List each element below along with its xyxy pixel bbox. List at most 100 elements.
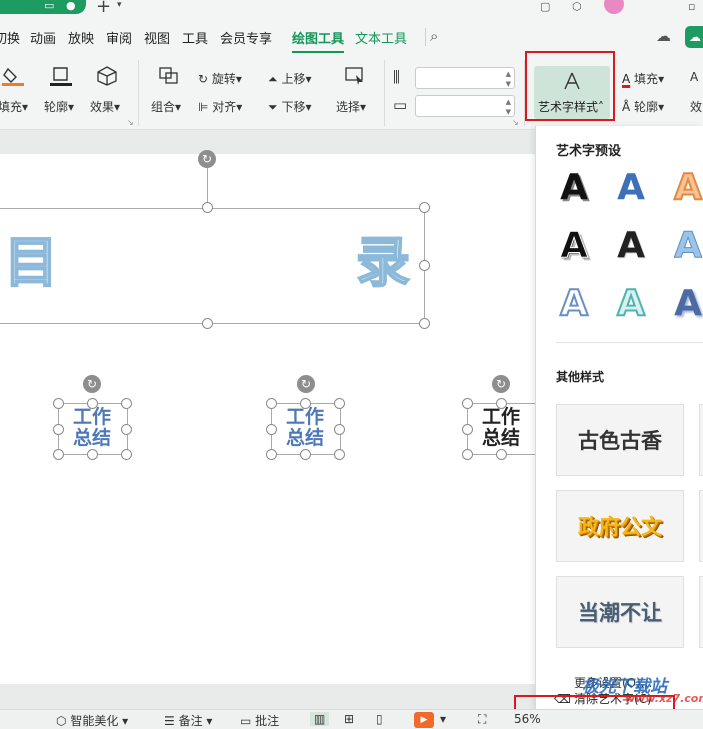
notes-button[interactable]: ☰ 备注 ▾ [164,712,212,729]
style-card-partial[interactable] [699,404,703,476]
rotate-handle-icon[interactable]: ↻ [83,375,101,393]
resize-handle[interactable] [87,398,98,409]
resize-handle[interactable] [202,318,213,329]
document-tab[interactable]: ▭ ● [0,0,86,14]
resize-handle[interactable] [300,449,311,460]
tab-member[interactable]: 会员专享 [220,28,272,47]
resize-handle[interactable] [121,449,132,460]
text-fill-button[interactable]: A 填充▾ [622,70,664,87]
resize-handle[interactable] [266,449,277,460]
text-effect-button[interactable]: 效 [690,98,702,115]
tab-review[interactable]: 审阅 [106,28,132,47]
resize-handle[interactable] [53,424,64,435]
tab-transition[interactable]: 切换 [0,28,20,47]
preset-black-shadow[interactable]: A [554,168,594,208]
preset-dark-bevel[interactable]: A [611,226,651,266]
preset-blue[interactable]: A [611,168,651,208]
resize-handle[interactable] [419,260,430,271]
group-icon [159,67,178,84]
tab-tools[interactable]: 工具 [182,28,208,47]
zoom-level[interactable]: 56% [514,712,541,726]
share-button[interactable]: ☁ [685,26,703,48]
outline-button[interactable]: 轮廓▾ [44,98,74,115]
resize-handle[interactable] [202,202,213,213]
align-button[interactable]: ⊫ 对齐▾ [198,98,242,115]
style-card-trend[interactable]: 当潮不让 [556,576,684,648]
select-button[interactable]: 选择▾ [336,98,366,115]
resize-handle[interactable] [266,398,277,409]
smart-beautify-button[interactable]: ⬡ 智能美化 ▾ [56,712,128,729]
comment-button[interactable]: ▭ 批注 [240,712,279,729]
resize-handle[interactable] [462,398,473,409]
play-icon[interactable]: ▶ [414,712,434,728]
preset-black-outline[interactable]: A [554,225,594,266]
resize-handle[interactable] [496,398,507,409]
new-tab-icon[interactable]: + [96,0,111,17]
grid-view-icon[interactable]: ⊞ [344,712,354,726]
resize-handle[interactable] [419,318,430,329]
width-input[interactable]: ▲ ▼ [415,95,515,117]
preset-light-blue[interactable]: A [668,225,703,266]
resize-handle[interactable] [266,424,277,435]
restore-icon[interactable]: ▫ [688,0,695,14]
chevron-down-icon[interactable]: ▾ [440,712,446,726]
item-label-line1: 工作 [72,406,111,428]
style-card-ancient[interactable]: 古色古香 [556,404,684,476]
tab-view[interactable]: 视图 [144,28,170,47]
search-icon[interactable]: ⌕ [430,27,438,45]
preset-blue-hollow[interactable]: A [554,283,594,325]
resize-handle[interactable] [121,424,132,435]
rotate-handle-icon[interactable]: ↻ [198,150,216,168]
slide[interactable]: 目 录 ↻ ↻ 工作 总结 ↻ 工作 总结 ↻ 工作 总结 [0,150,540,684]
notes-icon: ☰ [164,714,175,728]
preset-navy-shadow[interactable]: A [668,284,703,324]
rotate-handle-icon[interactable]: ↻ [297,375,315,393]
spin-down-icon[interactable]: ▼ [506,108,511,116]
fill-button[interactable]: 填充▾ [0,98,28,115]
style-card-government[interactable]: 政府公文 [556,490,684,562]
fit-screen-icon[interactable]: ⛶ [478,712,486,727]
resize-handle[interactable] [334,398,345,409]
send-backward-button[interactable]: ⏷ 下移▾ [268,98,311,115]
preset-teal-hollow[interactable]: A [611,283,651,325]
resize-handle[interactable] [496,449,507,460]
avatar[interactable] [604,0,624,14]
tab-text-tools[interactable]: 文本工具 [355,28,407,47]
resize-handle[interactable] [53,449,64,460]
resize-handle[interactable] [334,424,345,435]
text-outline-button[interactable]: Å 轮廓▾ [622,98,664,115]
bring-forward-button[interactable]: ⏶ 上移▾ [268,70,311,87]
group-button[interactable]: 组合▾ [151,98,181,115]
resize-handle[interactable] [300,398,311,409]
style-card-partial[interactable] [699,576,703,648]
tab-slideshow[interactable]: 放映 [68,28,94,47]
height-input[interactable]: ▲ ▼ [415,67,515,89]
cube-icon[interactable]: ⬡ [572,0,582,14]
effect-button[interactable]: 效果▾ [90,98,120,115]
resize-handle[interactable] [462,449,473,460]
resize-handle[interactable] [419,202,430,213]
tab-drawing-tools[interactable]: 绘图工具 [292,28,344,47]
rotate-handle-icon[interactable]: ↻ [492,375,510,393]
normal-view-icon[interactable]: ▥ [310,712,330,726]
ribbon-divider [138,60,139,126]
resize-handle[interactable] [87,449,98,460]
chevron-down-icon[interactable]: ▾ [117,0,122,10]
dialog-launcher-icon[interactable]: ↘ [512,118,519,127]
resize-handle[interactable] [334,449,345,460]
preset-orange-outline[interactable]: A [668,167,703,209]
spin-up-icon[interactable]: ▲ [506,98,511,106]
dialog-launcher-icon[interactable]: ↘ [127,118,134,127]
resize-handle[interactable] [121,398,132,409]
comment-cloud-icon[interactable]: ☁ [656,27,671,45]
reading-view-icon[interactable]: ▯ [376,712,383,726]
style-card-partial[interactable] [699,490,703,562]
text-effect-icon[interactable]: A [690,70,698,84]
window-icon[interactable]: ▢ [540,0,550,14]
tab-animation[interactable]: 动画 [30,28,56,47]
spin-up-icon[interactable]: ▲ [506,70,511,78]
rotate-button[interactable]: ↻ 旋转▾ [198,70,242,87]
spin-down-icon[interactable]: ▼ [506,80,511,88]
resize-handle[interactable] [53,398,64,409]
resize-handle[interactable] [462,424,473,435]
